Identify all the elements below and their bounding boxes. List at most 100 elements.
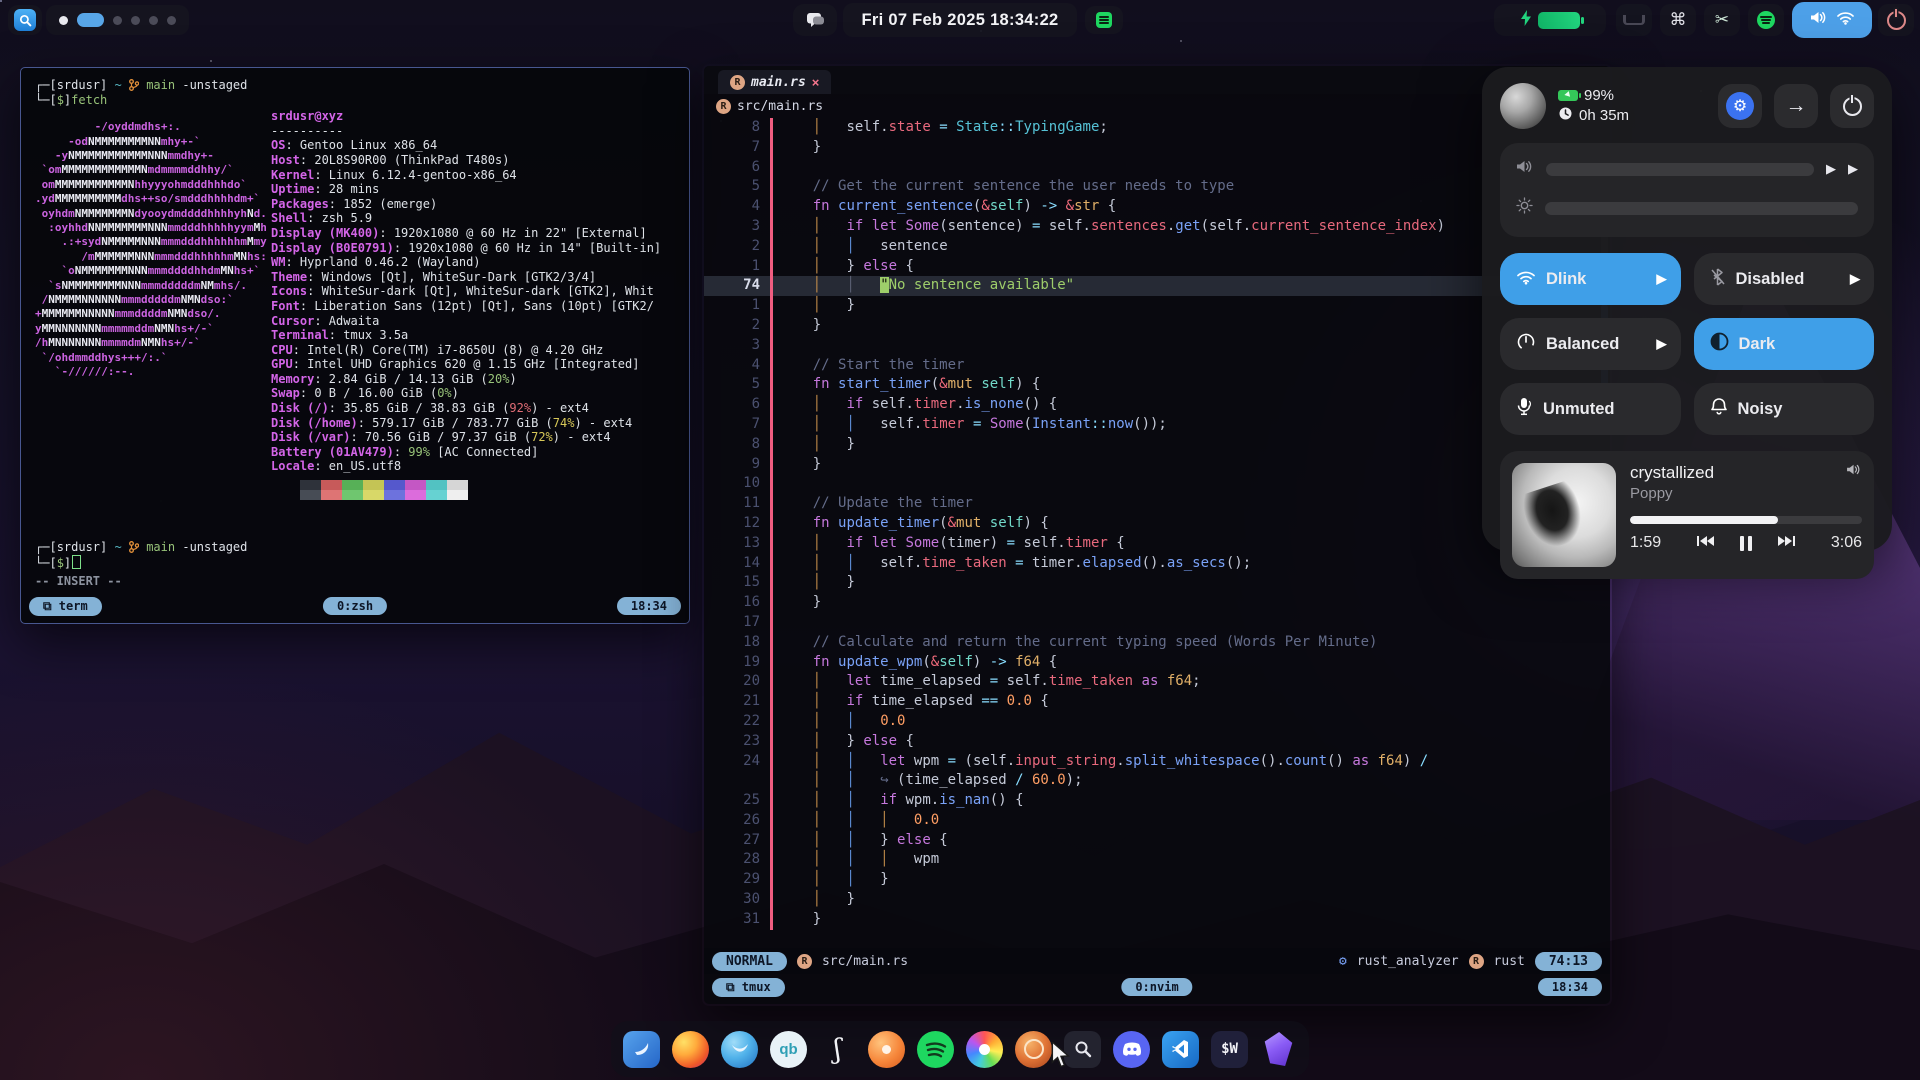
code-line[interactable]: 7 │ │ self.timer = Some(Instant::now()); xyxy=(704,415,1610,435)
code-line[interactable]: 6 │ if self.timer.is_none() { xyxy=(704,395,1610,415)
shutdown-button[interactable] xyxy=(1830,84,1874,128)
code-line[interactable]: 9 } xyxy=(704,455,1610,475)
dock-obsidian-icon[interactable] xyxy=(1258,1029,1299,1070)
audio-network-button[interactable] xyxy=(1792,2,1872,38)
code-line-cursor[interactable]: 74 │ │ "No sentence available" xyxy=(704,276,1610,296)
spotify-tray-button[interactable] xyxy=(1748,4,1784,36)
chevron-right-icon[interactable]: ▶ xyxy=(1657,336,1667,352)
toggle-microphone[interactable]: Unmuted xyxy=(1500,383,1681,435)
tmux-session-name[interactable]: ⧉ tmux xyxy=(712,978,785,997)
code-line[interactable]: 22 │ │ 0.0 xyxy=(704,712,1610,732)
code-line[interactable]: 5 // Get the current sentence the user n… xyxy=(704,177,1610,197)
code-line[interactable]: 27 │ │ } else { xyxy=(704,831,1610,851)
volume-apps-arrow[interactable]: ▶ xyxy=(1848,161,1858,177)
code-line[interactable]: 14 │ │ self.time_taken = timer.elapsed()… xyxy=(704,554,1610,574)
brightness-slider[interactable] xyxy=(1545,202,1858,215)
workspace-dot-active[interactable] xyxy=(77,13,104,27)
screenshot-button[interactable]: ✂ xyxy=(1704,4,1740,36)
code-line[interactable]: 8 │ } xyxy=(704,435,1610,455)
tmux-window-name[interactable]: 0:zsh xyxy=(323,597,387,615)
code-line[interactable]: 6 xyxy=(704,158,1610,178)
code-line[interactable]: 3 xyxy=(704,336,1610,356)
code-line[interactable]: 28 │ │ │ wpm xyxy=(704,850,1610,870)
toggle-bluetooth[interactable]: Disabled ▶ xyxy=(1694,253,1875,305)
dock-spotify-icon[interactable] xyxy=(915,1029,956,1070)
dock-thunderbird-icon[interactable] xyxy=(719,1029,760,1070)
previous-track-button[interactable] xyxy=(1697,534,1714,552)
tab-main-rs[interactable]: R main.rs × xyxy=(718,70,831,94)
code-line[interactable]: 16 } xyxy=(704,593,1610,613)
code-line[interactable]: 4 // Start the timer xyxy=(704,356,1610,376)
workspace-dot-occupied[interactable] xyxy=(59,16,68,25)
workspace-dot[interactable] xyxy=(113,16,122,25)
workspace-indicator[interactable] xyxy=(46,5,189,35)
volume-slider[interactable] xyxy=(1546,163,1814,176)
code-line[interactable]: 1 │ } else { xyxy=(704,257,1610,277)
workspace-dot[interactable] xyxy=(131,16,140,25)
code-line[interactable]: 5 fn start_timer(&mut self) { xyxy=(704,375,1610,395)
settings-button[interactable]: ⚙ xyxy=(1718,84,1762,128)
code-line[interactable]: 11 // Update the timer xyxy=(704,494,1610,514)
dock-qbittorrent-icon[interactable]: qb xyxy=(768,1029,809,1070)
dock-shortcuts-icon[interactable]: ʃ xyxy=(817,1029,858,1070)
player-progress-bar[interactable] xyxy=(1630,516,1862,524)
toggle-notifications[interactable]: Noisy xyxy=(1694,383,1875,435)
code-line[interactable]: 1 │ } xyxy=(704,296,1610,316)
code-line[interactable]: 30 │ } xyxy=(704,890,1610,910)
code-line[interactable]: 15 │ } xyxy=(704,573,1610,593)
code-line[interactable]: 24 │ │ let wpm = (self.input_string.spli… xyxy=(704,752,1610,772)
code-line[interactable]: 20 │ let time_elapsed = self.time_taken … xyxy=(704,672,1610,692)
keyboard-backlight-button[interactable] xyxy=(1616,4,1652,36)
dock-wezterm-icon[interactable]: $W xyxy=(1209,1029,1250,1070)
volume-output-arrow[interactable]: ▶ xyxy=(1826,161,1836,177)
code-line[interactable]: 25 │ │ if wpm.is_nan() { xyxy=(704,791,1610,811)
pause-button[interactable] xyxy=(1740,536,1752,551)
code-line[interactable]: 3 │ if let Some(sentence) = self.sentenc… xyxy=(704,217,1610,237)
code-line[interactable]: │ │ ↪ (time_elapsed / 60.0); xyxy=(704,771,1610,791)
code-line[interactable]: 2 } xyxy=(704,316,1610,336)
toggle-power-profile[interactable]: Balanced ▶ xyxy=(1500,318,1681,370)
dock-tangerine-app-icon[interactable] xyxy=(866,1029,907,1070)
code-line[interactable]: 18 // Calculate and return the current t… xyxy=(704,633,1610,653)
command-key-button[interactable]: ⌘ xyxy=(1660,4,1696,36)
toggle-dark-mode[interactable]: Dark xyxy=(1694,318,1875,370)
dock-photos-icon[interactable] xyxy=(964,1029,1005,1070)
toggle-wifi-dlink[interactable]: Dlink ▶ xyxy=(1500,253,1681,305)
notifications-button[interactable] xyxy=(793,4,837,36)
code-line[interactable]: 7 } xyxy=(704,138,1610,158)
next-track-button[interactable] xyxy=(1778,534,1795,552)
dock-files-icon[interactable] xyxy=(621,1029,662,1070)
code-line[interactable]: 2 │ │ sentence xyxy=(704,237,1610,257)
avatar[interactable] xyxy=(1500,83,1546,129)
code-line[interactable]: 17 xyxy=(704,613,1610,633)
battery-indicator[interactable] xyxy=(1494,4,1606,36)
tmux-session-name[interactable]: ⧉ term xyxy=(29,597,102,616)
dock-discord-icon[interactable] xyxy=(1111,1029,1152,1070)
datetime-display[interactable]: Fri 07 Feb 2025 18:34:22 xyxy=(843,3,1077,37)
workspace-dot[interactable] xyxy=(167,16,176,25)
now-playing-button[interactable] xyxy=(1085,6,1123,34)
code-line[interactable]: 31 } xyxy=(704,910,1610,930)
code-line[interactable]: 12 fn update_timer(&mut self) { xyxy=(704,514,1610,534)
terminal-window[interactable]: ┌─[srdusr] ~ main -unstaged └─[$]fetch -… xyxy=(20,67,690,624)
code-line[interactable]: 19 fn update_wpm(&self) -> f64 { xyxy=(704,653,1610,673)
tab-close-icon[interactable]: × xyxy=(812,75,820,90)
code-line[interactable]: 8 │ self.state = State::TypingGame; xyxy=(704,118,1610,138)
workspace-dot[interactable] xyxy=(149,16,158,25)
power-button[interactable] xyxy=(1878,4,1914,36)
code-line[interactable]: 13 │ if let Some(timer) = self.timer { xyxy=(704,534,1610,554)
logout-button[interactable]: → xyxy=(1774,84,1818,128)
player-speaker-icon[interactable] xyxy=(1846,463,1862,481)
code-line[interactable]: 29 │ │ } xyxy=(704,870,1610,890)
album-art[interactable] xyxy=(1512,463,1616,567)
chevron-right-icon[interactable]: ▶ xyxy=(1657,271,1667,287)
dock-firefox-icon[interactable] xyxy=(670,1029,711,1070)
code-line[interactable]: 23 │ } else { xyxy=(704,732,1610,752)
dock-vscode-icon[interactable] xyxy=(1160,1029,1201,1070)
code-buffer[interactable]: 8 │ self.state = State::TypingGame;7 }65… xyxy=(704,118,1610,948)
editor-window[interactable]: R main.rs × R src/main.rs 8 │ self.state… xyxy=(702,64,1612,1006)
code-line[interactable]: 4 fn current_sentence(&self) -> &str { xyxy=(704,197,1610,217)
code-line[interactable]: 10 xyxy=(704,474,1610,494)
code-line[interactable]: 26 │ │ │ 0.0 xyxy=(704,811,1610,831)
dock-compass-browser-icon[interactable] xyxy=(1013,1029,1054,1070)
